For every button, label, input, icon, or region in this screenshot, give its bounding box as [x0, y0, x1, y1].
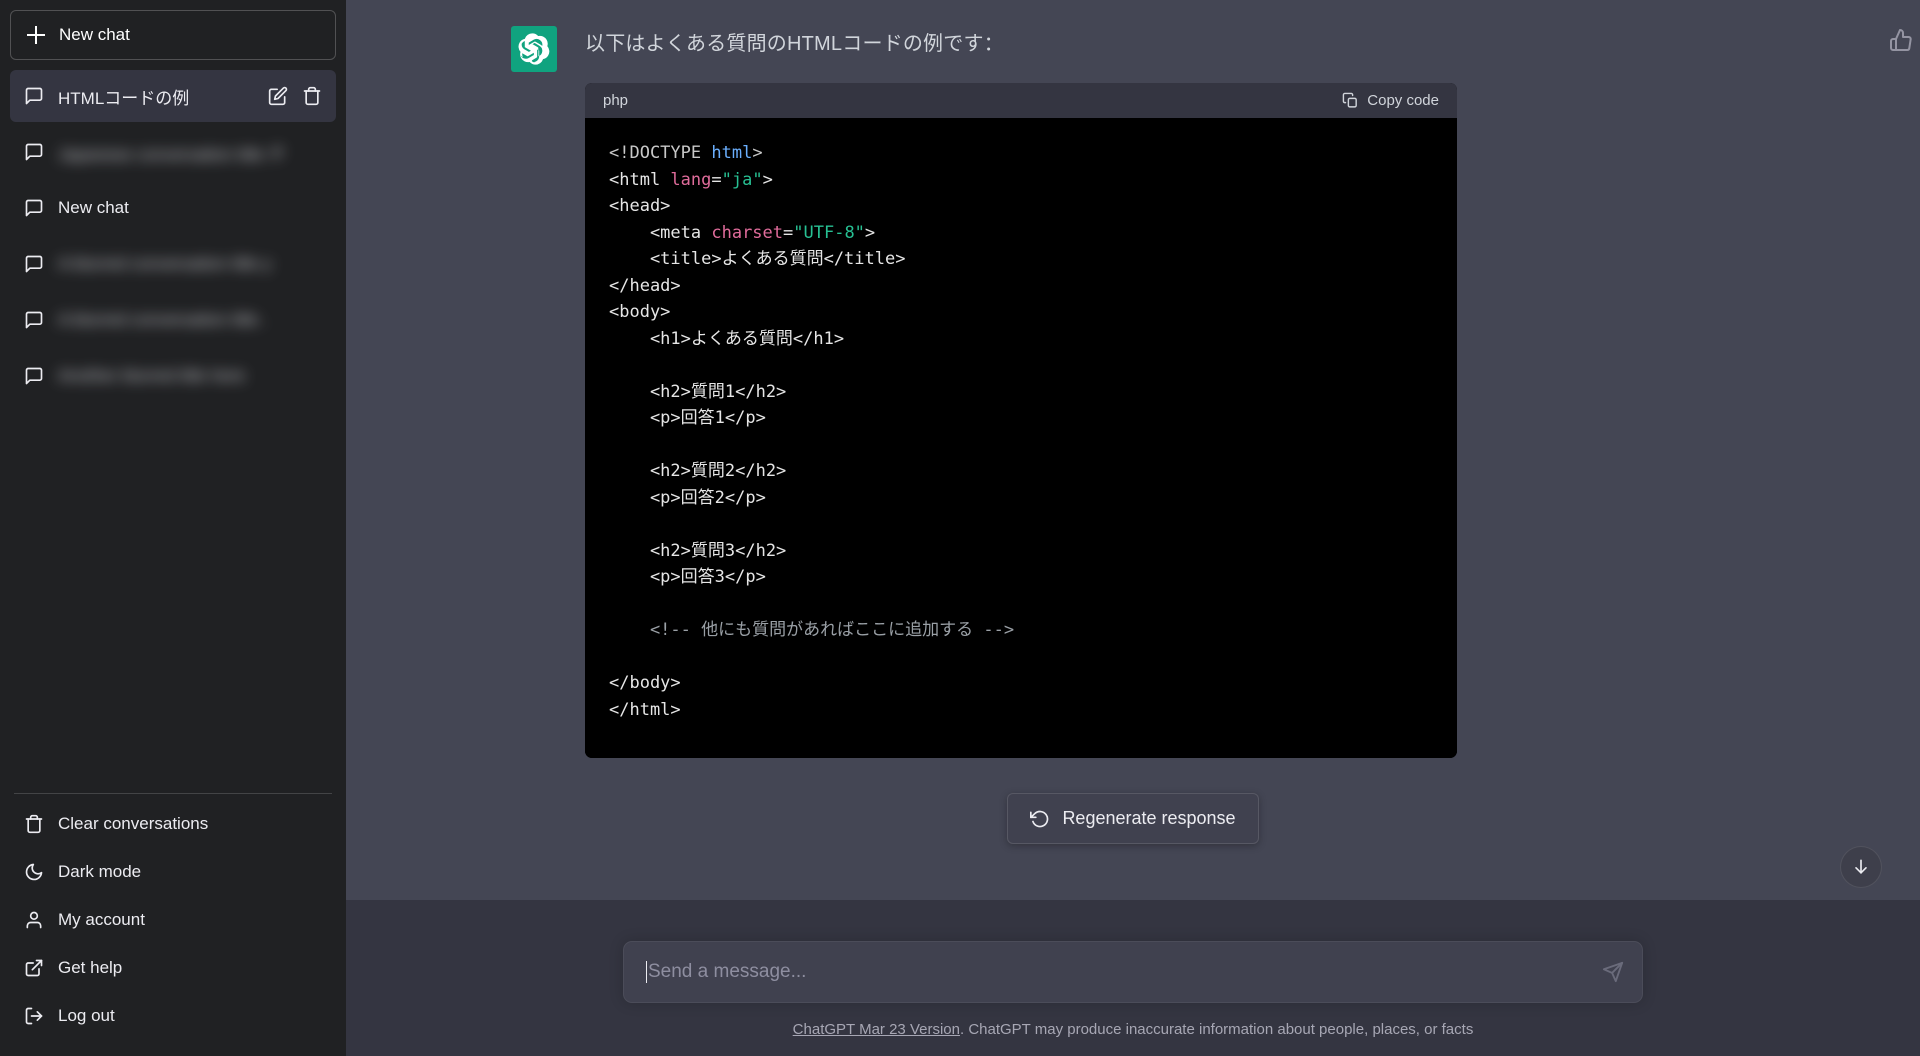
thumbs-up-icon[interactable]	[1889, 28, 1913, 52]
sidebar-item-label: Dark mode	[58, 862, 142, 881]
regenerate-response-label: Regenerate response	[1062, 808, 1236, 828]
conversation-item-label: Japanese conversation title チ	[58, 144, 286, 164]
conversation-item[interactable]: A blurred conversation title y	[10, 238, 336, 290]
user-icon	[24, 910, 44, 930]
chat-bubble-icon	[24, 142, 44, 162]
sidebar-item-log-out[interactable]: Log out	[10, 992, 336, 1040]
plus-icon	[27, 26, 45, 44]
sidebar-item-dark-mode[interactable]: Dark mode	[10, 848, 336, 896]
code-block: php Copy code <!DOCTYPE html> <html lang…	[585, 83, 1457, 758]
code-token: "UTF-8"	[793, 222, 865, 243]
code-token: </html>	[609, 699, 681, 720]
assistant-avatar	[511, 26, 557, 72]
sidebar-divider	[14, 793, 332, 794]
code-token: "ja"	[721, 169, 763, 190]
footer-disclaimer: ChatGPT Mar 23 Version. ChatGPT may prod…	[346, 1021, 1920, 1038]
disclaimer-text: . ChatGPT may produce inaccurate informa…	[959, 1021, 1474, 1038]
sidebar: New chat HTMLコードの例 Japanese conversation …	[0, 0, 346, 1056]
chat-bubble-icon	[24, 86, 44, 106]
chat-bubble-icon	[24, 254, 44, 274]
code-token: >	[762, 169, 773, 190]
new-chat-label: New chat	[59, 25, 130, 44]
code-token: <title>よくある質問</title>	[609, 249, 906, 270]
code-token: <h1>よくある質問</h1>	[609, 328, 845, 349]
assistant-message: 以下はよくある質問のHTMLコードの例です： php Copy code <!D…	[346, 0, 1920, 900]
code-token: <h2>質問2</h2>	[609, 461, 787, 482]
code-token: >	[752, 143, 763, 163]
trash-icon	[24, 814, 44, 834]
logout-icon	[24, 1006, 44, 1026]
code-content: <!DOCTYPE html> <html lang="ja"> <head> …	[585, 118, 1457, 758]
text-caret	[646, 961, 647, 983]
code-token: </body>	[609, 673, 681, 694]
code-token: <p>回答2</p>	[609, 487, 766, 508]
code-token: </head>	[609, 275, 681, 296]
assistant-message-text: 以下はよくある質問のHTMLコードの例です：	[585, 33, 1004, 55]
code-token: html	[711, 143, 753, 163]
copy-code-label: Copy code	[1367, 92, 1439, 109]
clipboard-icon	[1342, 92, 1359, 109]
conversation-item-label: New chat	[58, 198, 129, 217]
external-link-icon	[24, 958, 44, 978]
refresh-icon	[1030, 809, 1050, 829]
conversation-item[interactable]: Japanese conversation title チ	[10, 126, 336, 178]
new-chat-button[interactable]: New chat	[10, 10, 336, 60]
sidebar-menu: Clear conversations Dark mode My account Ge…	[10, 800, 336, 1046]
scroll-to-bottom-button[interactable]	[1840, 846, 1882, 888]
code-token: <!DOCTYPE	[609, 143, 712, 163]
sidebar-item-label: Get help	[58, 958, 123, 977]
sidebar-item-label: Log out	[58, 1006, 115, 1025]
main-area: 以下はよくある質問のHTMLコードの例です： php Copy code <!D…	[346, 0, 1920, 1056]
code-token: lang	[670, 169, 712, 190]
pencil-icon[interactable]	[268, 86, 288, 106]
sidebar-item-get-help[interactable]: Get help	[10, 944, 336, 992]
conversation-list: HTMLコードの例 Japanese conversation title チ Ne…	[10, 70, 336, 785]
message-rating-buttons	[1889, 28, 1920, 52]
send-button[interactable]	[1600, 959, 1626, 985]
code-token: charset	[711, 222, 784, 243]
code-token: <meta	[609, 222, 712, 243]
chatgpt-app: New chat HTMLコードの例 Japanese conversation …	[0, 0, 1920, 1056]
conversation-item[interactable]: HTMLコードの例	[10, 70, 336, 122]
code-token: <p>回答1</p>	[609, 408, 766, 429]
regenerate-response-button[interactable]: Regenerate response	[1007, 793, 1259, 844]
moon-icon	[24, 862, 44, 882]
conversation-item-actions	[268, 86, 322, 106]
sidebar-item-label: My account	[58, 910, 145, 929]
sidebar-item-my-account[interactable]: My account	[10, 896, 336, 944]
message-input[interactable]	[648, 961, 1590, 983]
assistant-message-body: 以下はよくある質問のHTMLコードの例です： php Copy code <!D…	[585, 26, 1763, 758]
code-token: <head>	[609, 196, 671, 217]
conversation-item[interactable]: New chat	[10, 182, 336, 234]
code-block-header: php Copy code	[585, 83, 1457, 118]
code-token: >	[864, 222, 876, 243]
conversation-item[interactable]: A blurred conversation title .	[10, 294, 336, 346]
chat-bubble-icon	[24, 366, 44, 386]
code-token: =	[783, 222, 794, 243]
sidebar-item-label: Clear conversations	[58, 814, 209, 833]
copy-code-button[interactable]: Copy code	[1342, 92, 1439, 109]
conversation-item-label: A blurred conversation title y	[58, 254, 272, 273]
code-token: <html	[609, 169, 671, 190]
conversation-item-label: Another blurred title here	[58, 366, 246, 385]
message-composer[interactable]	[623, 941, 1643, 1003]
conversation-item-label: A blurred conversation title .	[58, 310, 268, 329]
code-token: =	[711, 169, 722, 190]
code-token: <body>	[609, 302, 671, 323]
code-token: <h2>質問3</h2>	[609, 540, 787, 561]
code-token: <!-- 他にも質問があればここに追加する -->	[609, 620, 1015, 641]
conversation-item-label: HTMLコードの例	[58, 88, 190, 108]
chat-bubble-icon	[24, 310, 44, 330]
composer-zone: ChatGPT Mar 23 Version. ChatGPT may prod…	[346, 941, 1920, 1056]
version-link[interactable]: ChatGPT Mar 23 Version	[793, 1021, 960, 1038]
trash-icon[interactable]	[302, 86, 322, 106]
sidebar-item-clear-conversations[interactable]: Clear conversations	[10, 800, 336, 848]
code-token: <p>回答3</p>	[609, 567, 766, 588]
code-language-label: php	[603, 92, 629, 109]
chat-bubble-icon	[24, 198, 44, 218]
code-token: <h2>質問1</h2>	[609, 381, 787, 402]
conversation-item[interactable]: Another blurred title here	[10, 350, 336, 402]
